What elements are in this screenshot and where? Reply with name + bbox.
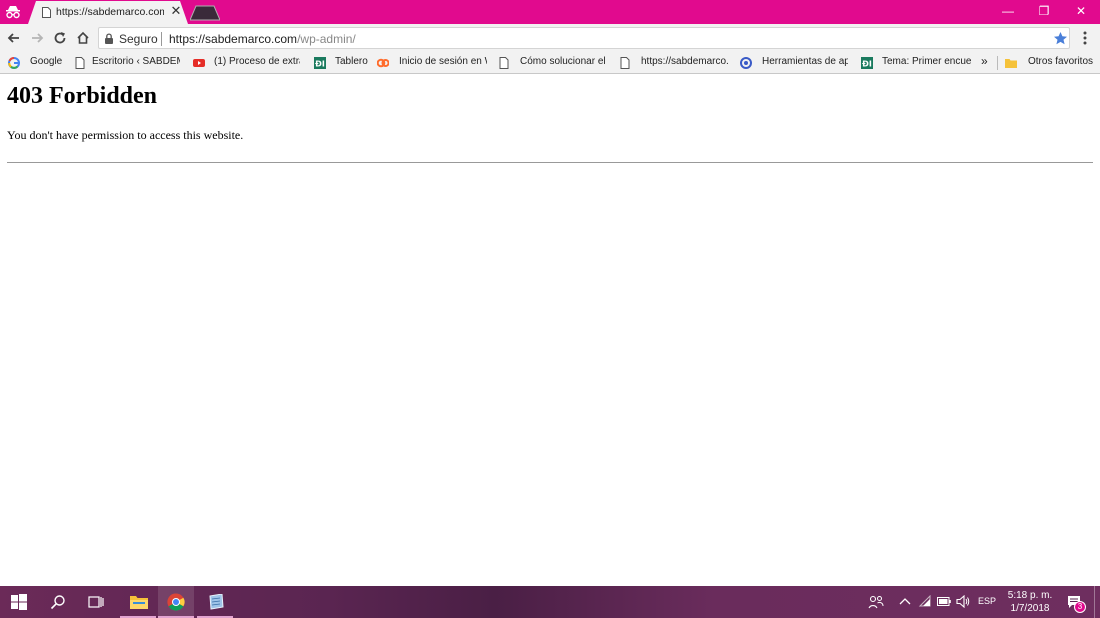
divider (7, 162, 1093, 163)
clock-time: 5:18 p. m. (1007, 590, 1053, 601)
bookmarks-bar: Google Escritorio ‹ SABDEM (1) Proceso d… (0, 52, 1100, 74)
bookmark-como-solucionar[interactable]: Cómo solucionar el (498, 55, 608, 71)
clock-date: 1/7/2018 (1010, 603, 1050, 614)
bookmark-other-folder[interactable]: Otros favoritos (1005, 55, 1097, 71)
system-clock[interactable]: 5:18 p. m. 1/7/2018 (1004, 589, 1056, 615)
bookmarks-separator (997, 56, 998, 70)
folder-icon (130, 596, 148, 609)
page-icon (75, 57, 85, 69)
cpanel-icon (377, 58, 389, 68)
search-button[interactable] (40, 586, 76, 618)
bookmark-tablero[interactable]: ĐI Tablero (314, 55, 372, 71)
error-message: You don't have permission to access this… (7, 128, 244, 142)
volume-icon[interactable] (956, 595, 970, 608)
wifi-icon[interactable] (918, 595, 932, 608)
reload-icon (54, 32, 66, 44)
google-icon (8, 57, 20, 69)
url-path: /wp-admin/ (297, 32, 356, 46)
active-tab[interactable]: https://sabdemarco.com/ ✕ (28, 1, 188, 24)
bookmark-inicio-sesion[interactable]: Inicio de sesión en W (377, 55, 489, 71)
page-title: 403 Forbidden (7, 83, 158, 109)
restore-button[interactable]: ❐ (1026, 0, 1062, 22)
notepad-icon (209, 594, 224, 610)
lock-icon (105, 33, 113, 44)
people-icon[interactable] (868, 595, 884, 609)
reload-button[interactable] (51, 29, 69, 47)
bookmark-herramientas[interactable]: Herramientas de ap (740, 55, 850, 71)
battery-icon[interactable] (937, 597, 951, 606)
bookmark-tema[interactable]: ĐI Tema: Primer encuer (861, 55, 973, 71)
browser-toolbar: Seguro https://sabdemarco.com/wp-admin/ (0, 24, 1100, 52)
url-host: https://sabdemarco.com (169, 32, 298, 46)
page-icon (499, 57, 509, 69)
action-center-button[interactable]: 3 (1064, 592, 1086, 614)
windows-taskbar: ESP 5:18 p. m. 1/7/2018 3 (0, 586, 1100, 618)
url-text[interactable]: https://sabdemarco.com/wp-admin/ (169, 32, 356, 46)
dashboard-icon: ĐI (314, 57, 326, 69)
security-label[interactable]: Seguro (119, 32, 158, 46)
browser-titlebar: https://sabdemarco.com/ ✕ — ❐ ✕ (0, 0, 1100, 24)
windows-logo-icon (11, 594, 27, 610)
omnibox-separator (161, 32, 162, 46)
bookmark-label: Cómo solucionar el (520, 56, 606, 67)
close-window-button[interactable]: ✕ (1063, 0, 1099, 22)
chevron-up-icon[interactable] (899, 596, 911, 606)
minimize-button[interactable]: — (990, 0, 1026, 22)
chrome-taskbar-button[interactable] (158, 586, 194, 618)
bookmarks-overflow-button[interactable]: » (981, 54, 995, 70)
address-bar[interactable]: Seguro https://sabdemarco.com/wp-admin/ (98, 27, 1070, 49)
page-icon (42, 7, 51, 18)
bookmark-label: Escritorio ‹ SABDEM (92, 56, 180, 67)
youtube-icon (193, 59, 205, 67)
tab-close-icon[interactable]: ✕ (169, 4, 183, 18)
new-tab-button[interactable] (190, 5, 220, 21)
forward-button[interactable] (28, 29, 46, 47)
task-view-button[interactable] (78, 586, 114, 618)
back-arrow-icon (7, 33, 19, 43)
bookmark-label: (1) Proceso de extrac (214, 56, 300, 67)
tab-title: https://sabdemarco.com/ (56, 6, 164, 18)
input-language[interactable]: ESP (978, 596, 996, 606)
bookmark-label: Tema: Primer encuer (882, 56, 972, 67)
back-button[interactable] (5, 29, 23, 47)
notepad-taskbar-button[interactable] (197, 586, 233, 618)
svg-text:ĐI: ĐI (315, 60, 325, 69)
start-button[interactable] (0, 586, 36, 618)
folder-icon (1005, 59, 1017, 68)
incognito-icon (6, 6, 20, 19)
chrome-icon (167, 593, 185, 611)
show-desktop-button[interactable] (1094, 586, 1100, 618)
bookmark-sabdemarco[interactable]: https://sabdemarco. (619, 55, 731, 71)
bookmark-label: Tablero (335, 56, 368, 67)
bookmark-label: https://sabdemarco. (641, 56, 729, 67)
bookmark-star-icon[interactable] (1053, 31, 1068, 46)
search-icon (50, 595, 65, 610)
task-view-icon (88, 596, 104, 608)
dashboard-icon: ĐI (861, 57, 873, 69)
bookmark-label: Otros favoritos (1028, 56, 1094, 67)
file-explorer-button[interactable] (120, 586, 156, 618)
forward-arrow-icon (32, 33, 44, 43)
page-content: 403 Forbidden You don't have permission … (0, 75, 1100, 585)
home-icon (77, 31, 89, 44)
bookmark-escritorio[interactable]: Escritorio ‹ SABDEM (74, 55, 184, 71)
bookmark-label: Herramientas de ap (762, 56, 848, 67)
notification-badge: 3 (1074, 601, 1086, 613)
bookmark-label: Inicio de sesión en W (399, 56, 487, 67)
tools-icon (740, 57, 752, 69)
svg-text:ĐI: ĐI (862, 60, 872, 69)
menu-kebab-icon[interactable] (1078, 30, 1092, 46)
bookmark-youtube[interactable]: (1) Proceso de extrac (193, 55, 301, 71)
bookmark-label: Google (30, 56, 63, 67)
page-icon (620, 57, 630, 69)
bookmark-google[interactable]: Google (8, 55, 68, 71)
home-button[interactable] (74, 29, 92, 47)
